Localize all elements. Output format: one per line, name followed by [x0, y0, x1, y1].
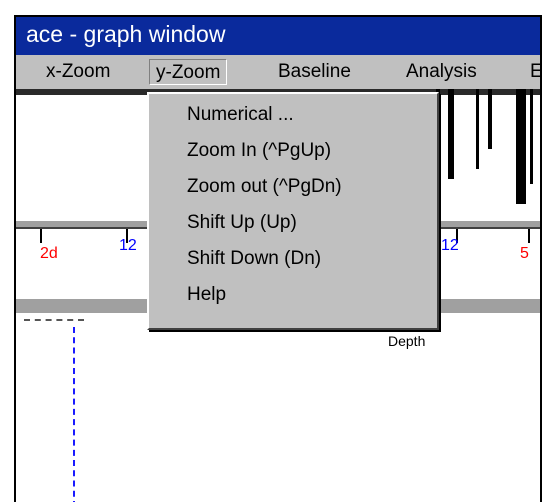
- title-bar[interactable]: ace - graph window: [16, 17, 540, 55]
- axis-label: 2d: [40, 245, 58, 262]
- menu-item-shift-up[interactable]: Shift Up (Up): [187, 208, 297, 238]
- window-title: ace - graph window: [26, 21, 226, 47]
- depth-trace: [73, 327, 75, 502]
- signal-spike: [516, 89, 526, 204]
- depth-plot[interactable]: Depth: [16, 319, 540, 502]
- menu-e[interactable]: E: [524, 59, 540, 85]
- depth-label: Depth: [388, 333, 426, 349]
- signal-spike: [530, 89, 533, 184]
- menu-item-zoom-in[interactable]: Zoom In (^PgUp): [187, 136, 331, 166]
- menu-item-zoom-out[interactable]: Zoom out (^PgDn): [187, 172, 342, 202]
- axis-tick: [40, 229, 42, 243]
- menu-bar: x-Zoom y-Zoom Baseline Analysis E: [16, 55, 540, 89]
- y-zoom-dropdown: Numerical ... Zoom In (^PgUp) Zoom out (…: [147, 92, 439, 330]
- signal-spike: [448, 89, 454, 179]
- menu-analysis[interactable]: Analysis: [400, 59, 483, 85]
- signal-spike: [476, 89, 479, 169]
- axis-label: 12: [119, 237, 137, 254]
- menu-item-shift-down[interactable]: Shift Down (Dn): [187, 244, 321, 274]
- menu-x-zoom[interactable]: x-Zoom: [40, 59, 116, 85]
- axis-label: 12: [441, 237, 459, 254]
- trace-dash: [24, 319, 84, 321]
- axis-label: 5: [520, 245, 529, 262]
- menu-item-numerical[interactable]: Numerical ...: [187, 100, 294, 130]
- menu-baseline[interactable]: Baseline: [272, 59, 357, 85]
- axis-tick: [528, 229, 530, 243]
- signal-spike: [488, 89, 492, 149]
- menu-y-zoom[interactable]: y-Zoom: [149, 59, 228, 85]
- menu-item-help[interactable]: Help: [187, 280, 226, 310]
